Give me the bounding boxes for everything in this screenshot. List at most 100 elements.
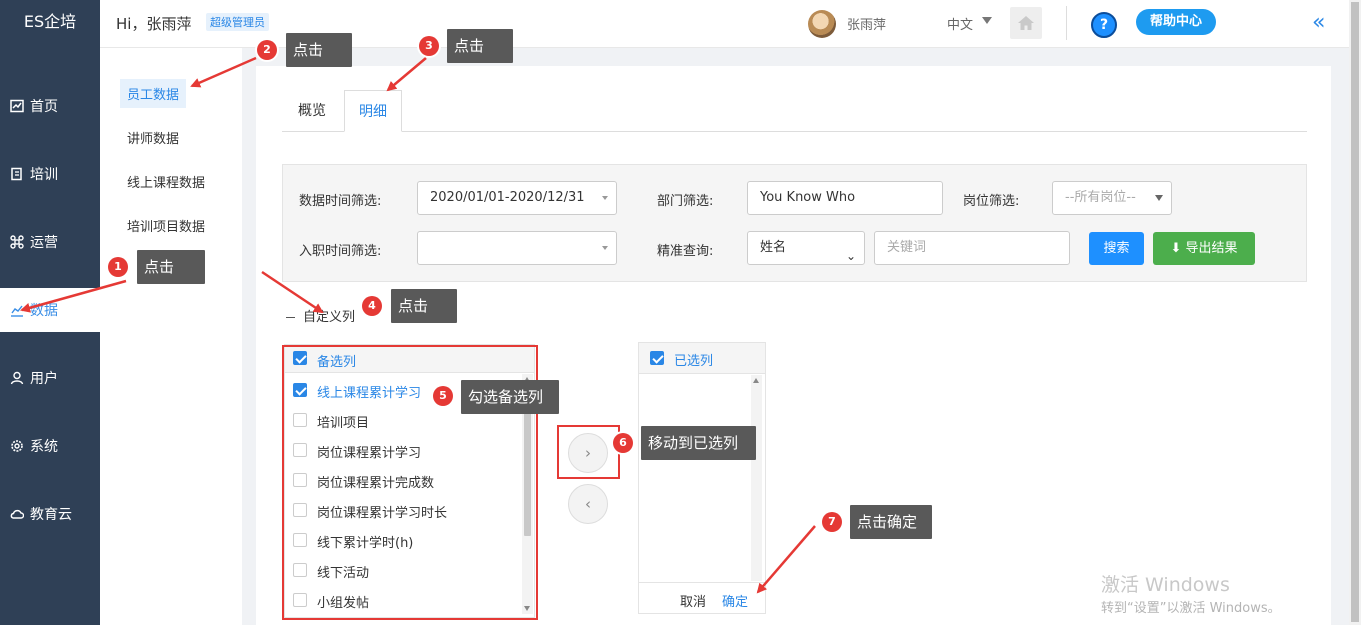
nav-item-system[interactable]: 系统 [0, 424, 100, 468]
data-submenu: 员工数据 讲师数据 线上课程数据 培训项目数据 [100, 48, 242, 625]
export-label: 导出结果 [1185, 241, 1238, 256]
select-all-selected-checkbox[interactable] [650, 351, 664, 365]
page-scrollbar[interactable] [1349, 0, 1361, 625]
step-badge: 3 [419, 36, 439, 56]
step-badge: 6 [613, 433, 633, 453]
dept-filter-label: 部门筛选: [657, 194, 714, 209]
step-callout: 点击 [286, 33, 352, 67]
caret-down-icon [1155, 195, 1163, 201]
caret-down-icon [602, 246, 608, 250]
caret-down-icon [602, 196, 608, 200]
filter-panel: 数据时间筛选: 2020/01/01-2020/12/31 部门筛选: You … [282, 164, 1307, 282]
collapse-sidebar-icon[interactable]: « [1312, 10, 1325, 35]
header-username[interactable]: 张雨萍 [847, 14, 886, 33]
exact-field-value: 姓名 [760, 240, 787, 255]
cancel-button[interactable]: 取消 [680, 591, 706, 610]
language-select[interactable]: 中文 [947, 14, 973, 33]
selected-title: 已选列 [674, 354, 714, 369]
help-question-icon[interactable]: ? [1091, 12, 1117, 38]
keyword-placeholder: 关键词 [887, 240, 927, 255]
nav-label: 首页 [30, 99, 58, 115]
submenu-item-online-course-data[interactable]: 线上课程数据 [120, 167, 212, 196]
confirm-button[interactable]: 确定 [722, 591, 748, 610]
role-badge: 超级管理员 [206, 13, 269, 31]
step-badge: 7 [822, 512, 842, 532]
nav-label: 培训 [30, 167, 58, 183]
exact-field-select[interactable]: 姓名 ⌄ [747, 231, 865, 265]
dept-input[interactable]: You Know Who [747, 181, 943, 215]
nav-label: 系统 [30, 439, 58, 455]
nav-item-operations[interactable]: 运营 [0, 220, 100, 264]
nav-item-edu-cloud[interactable]: 教育云 [0, 492, 100, 536]
header-divider [1066, 6, 1067, 40]
tab-overview[interactable]: 概览 [284, 90, 340, 132]
search-button[interactable]: 搜索 [1089, 232, 1144, 265]
activation-watermark-hint: 转到“设置”以激活 Windows。 [1101, 601, 1281, 616]
custom-columns-toggle[interactable]: 自定义列 [286, 306, 355, 325]
selected-list-header: 已选列 [639, 343, 765, 374]
line-chart-icon [11, 305, 23, 317]
nav-label: 用户 [30, 371, 58, 387]
nav-item-data[interactable]: 数据 [0, 288, 100, 332]
chevron-down-icon: ⌄ [845, 249, 856, 263]
selected-columns-list: 已选列 取消 确定 [638, 342, 766, 614]
step-badge: 4 [362, 296, 382, 316]
keyword-input[interactable]: 关键词 [874, 231, 1070, 265]
download-icon: ⬇ [1170, 241, 1182, 256]
exact-query-label: 精准查询: [657, 244, 714, 259]
hire-date-filter-label: 入职时间筛选: [299, 244, 382, 259]
step-callout: 点击 [447, 29, 513, 63]
tab-detail[interactable]: 明细 [344, 90, 402, 132]
move-left-button[interactable]: ‹ [568, 484, 608, 524]
step-callout: 移动到已选列 [641, 426, 756, 460]
export-button[interactable]: ⬇ 导出结果 [1153, 232, 1255, 265]
command-icon [10, 235, 24, 249]
scroll-up-icon[interactable] [753, 378, 759, 383]
nav-item-training[interactable]: 培训 [0, 152, 100, 196]
nav-item-users[interactable]: 用户 [0, 356, 100, 400]
date-filter-label: 数据时间筛选: [299, 194, 382, 209]
user-icon [10, 371, 24, 385]
scroll-thumb[interactable] [1351, 2, 1359, 622]
home-icon [1018, 16, 1034, 30]
cloud-icon [10, 509, 24, 519]
step-callout: 点击确定 [850, 505, 932, 539]
step-badge: 2 [257, 40, 277, 60]
list-footer-divider [639, 582, 765, 583]
date-range-input[interactable]: 2020/01/01-2020/12/31 [417, 181, 617, 215]
activation-watermark-title: 激活 Windows [1101, 574, 1230, 596]
submenu-item-employee-data[interactable]: 员工数据 [120, 79, 187, 108]
help-center-button[interactable]: 帮助中心 [1136, 9, 1216, 35]
home-button[interactable] [1010, 7, 1042, 39]
app-logo[interactable]: ES企培 [0, 0, 100, 46]
post-value: --所有岗位-- [1065, 190, 1136, 205]
tab-bar: 概览 明细 [282, 90, 1307, 132]
date-range-value: 2020/01/01-2020/12/31 [430, 190, 585, 205]
submenu-item-lecturer-data[interactable]: 讲师数据 [120, 123, 186, 152]
nav-label: 教育云 [30, 507, 72, 523]
book-icon [11, 167, 22, 181]
minus-icon [286, 317, 295, 318]
nav-label: 运营 [30, 235, 58, 251]
selected-scrollbar[interactable] [751, 375, 762, 581]
greeting: Hi，张雨萍 [116, 15, 192, 33]
caret-down-icon[interactable] [982, 17, 992, 24]
step-badge: 5 [433, 386, 453, 406]
step-callout: 点击 [391, 289, 457, 323]
chart-board-icon [10, 99, 24, 113]
step-badge: 1 [108, 257, 128, 277]
step-callout: 勾选备选列 [461, 380, 559, 414]
post-select[interactable]: --所有岗位-- [1052, 181, 1172, 215]
step-callout: 点击 [137, 250, 205, 284]
hire-date-input[interactable] [417, 231, 617, 265]
left-nav: ES企培 首页 培训 运营 数据 用户 系统 教育云 [0, 0, 100, 625]
nav-label: 数据 [30, 303, 58, 319]
custom-columns-label: 自定义列 [303, 310, 356, 325]
post-filter-label: 岗位筛选: [963, 194, 1020, 209]
dept-value: You Know Who [760, 190, 856, 205]
nav-item-home[interactable]: 首页 [0, 84, 100, 128]
avatar[interactable] [808, 10, 836, 38]
submenu-item-training-project-data[interactable]: 培训项目数据 [120, 211, 212, 240]
gear-icon [11, 440, 23, 452]
highlight-move-button [557, 425, 620, 479]
